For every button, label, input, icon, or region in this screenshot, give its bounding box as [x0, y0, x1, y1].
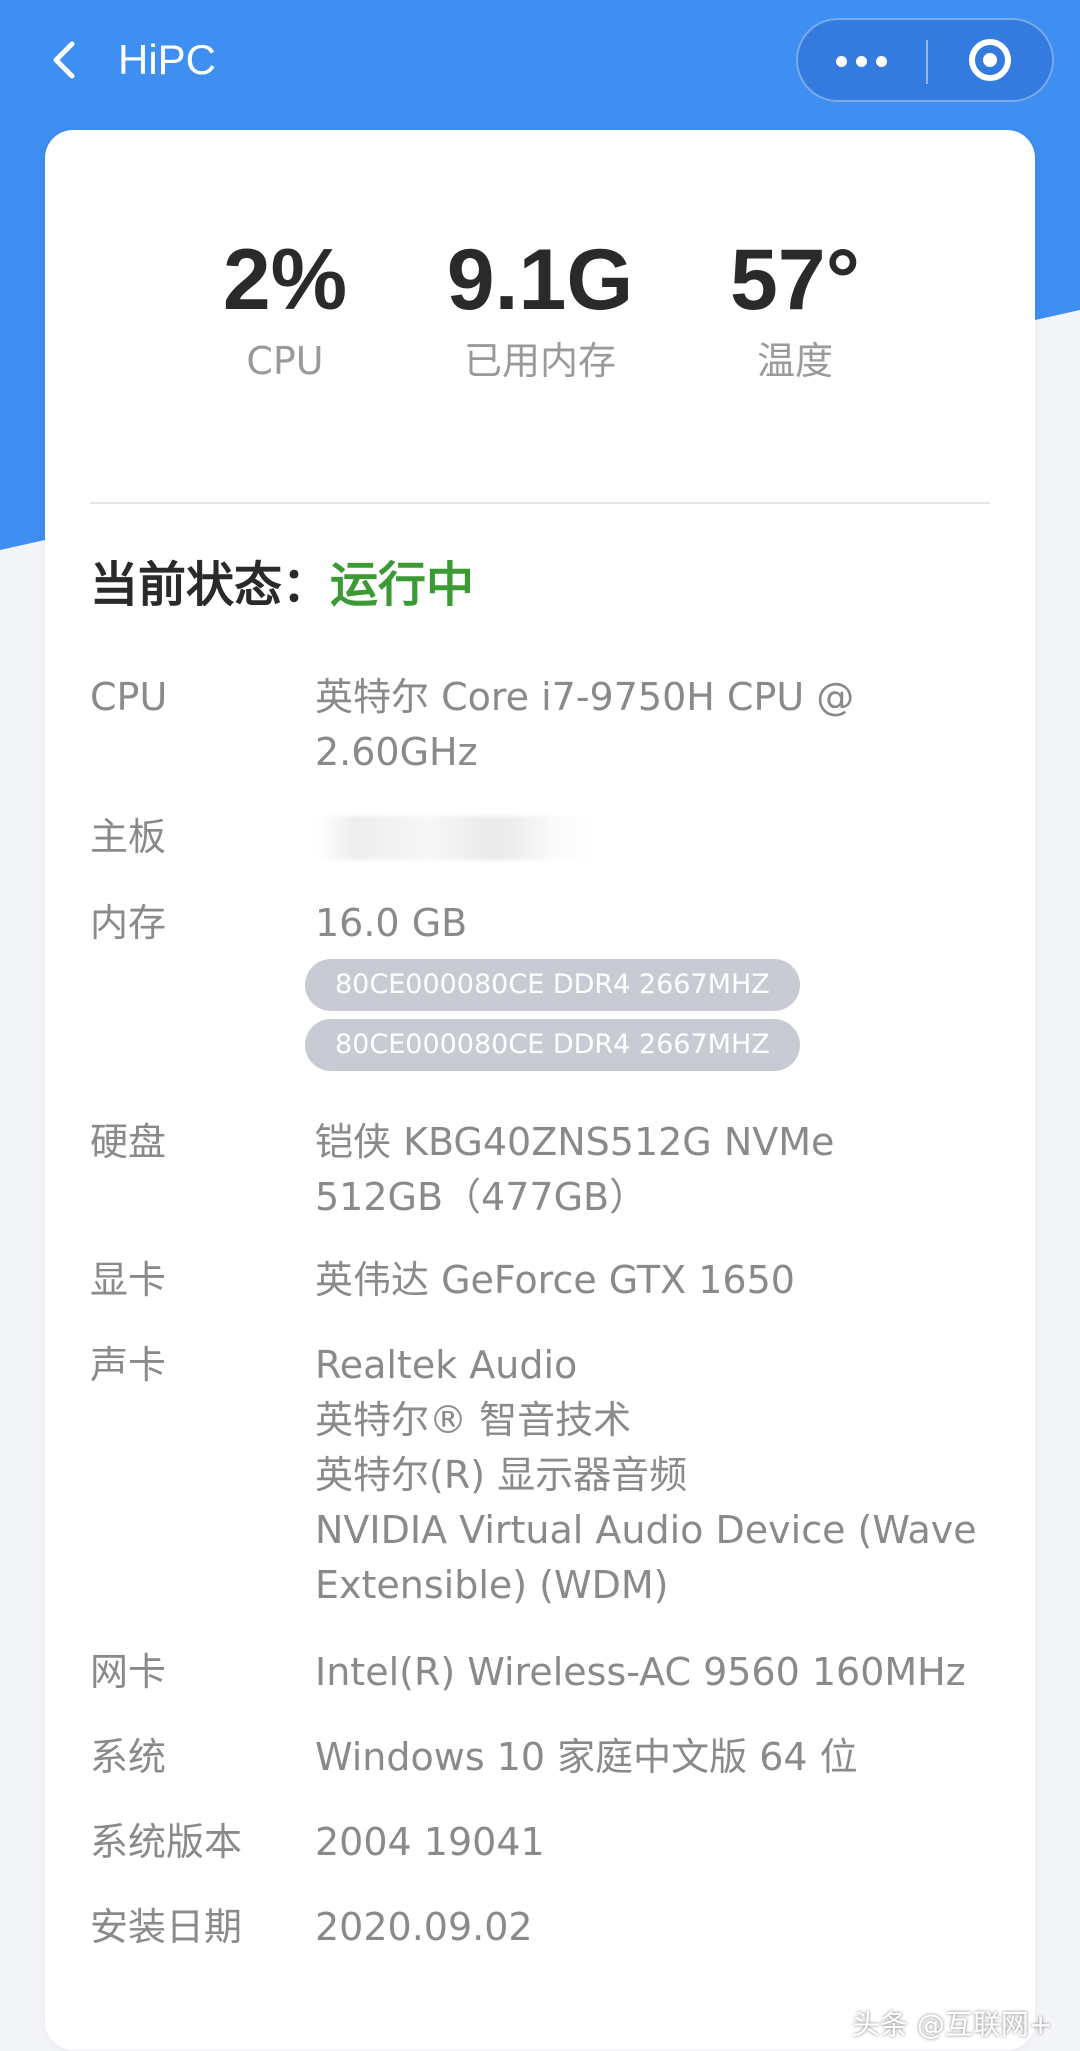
spec-value-install-date: 2020.09.02 — [315, 1905, 533, 1949]
back-button[interactable] — [40, 30, 100, 90]
spec-line: 2.60GHz — [315, 730, 478, 774]
spec-label-os-version: 系统版本 — [90, 1820, 243, 1864]
spec-line: 英特尔 Core i7-9750H CPU @ — [315, 675, 855, 719]
temperature-value: 57° — [729, 232, 861, 328]
spec-line: Realtek Audio — [315, 1343, 578, 1387]
app-header: HiPC — [0, 0, 1080, 125]
spec-line: 512GB（477GB） — [315, 1175, 648, 1219]
spec-value-memory: 16.0 GB 80CE000080CE DDR4 2667MHZ 80CE00… — [305, 896, 1015, 1071]
spec-value-gpu: 英伟达 GeForce GTX 1650 — [315, 1258, 795, 1302]
spec-line: NVIDIA Virtual Audio Device (Wave — [315, 1508, 977, 1552]
stats-divider — [90, 502, 990, 504]
chevron-left-icon — [53, 41, 75, 79]
spec-line: Extensible) (WDM) — [315, 1563, 669, 1607]
spec-label-audio: 声卡 — [90, 1343, 167, 1387]
spec-label-motherboard: 主板 — [90, 815, 167, 859]
spec-label-install-date: 安装日期 — [90, 1905, 243, 1949]
redacted-blur — [315, 816, 595, 860]
spec-value-disk: 铠侠 KBG40ZNS512G NVMe 512GB（477GB） — [315, 1115, 1015, 1225]
current-status: 当前状态：运行中 — [90, 550, 474, 620]
memory-module-chip: 80CE000080CE DDR4 2667MHZ — [305, 959, 800, 1011]
spec-line: 英特尔(R) 显示器音频 — [315, 1453, 688, 1497]
spec-value-os-version: 2004 19041 — [315, 1820, 545, 1864]
spec-value-network: Intel(R) Wireless-AC 9560 160MHz — [315, 1650, 966, 1694]
temperature-label: 温度 — [756, 339, 833, 383]
temperature-stat: 57° 温度 — [645, 230, 945, 386]
spec-value-os: Windows 10 家庭中文版 64 位 — [315, 1735, 858, 1779]
watermark: 头条 @互联网+ — [852, 2008, 1053, 2041]
spec-label-os: 系统 — [90, 1735, 167, 1779]
spec-line: 铠侠 KBG40ZNS512G NVMe — [315, 1120, 835, 1164]
spec-label-cpu: CPU — [90, 675, 168, 719]
spec-value-motherboard — [315, 810, 1015, 875]
spec-value-audio: Realtek Audio 英特尔® 智音技术 英特尔(R) 显示器音频 NVI… — [315, 1338, 1015, 1613]
memory-total: 16.0 GB — [315, 901, 468, 945]
spec-label-network: 网卡 — [90, 1650, 167, 1694]
spec-line: 英特尔® 智音技术 — [315, 1398, 632, 1442]
close-miniprogram-button[interactable] — [928, 20, 1052, 100]
pc-info-card: 2% CPU 9.1G 已用内存 57° 温度 当前状态：运行中 CPU 英特尔… — [45, 130, 1035, 2050]
memory-module-chip: 80CE000080CE DDR4 2667MHZ — [305, 1019, 800, 1071]
miniprogram-capsule — [796, 18, 1054, 102]
spec-label-gpu: 显卡 — [90, 1258, 167, 1302]
spec-label-memory: 内存 — [90, 901, 167, 945]
app-title: HiPC — [118, 36, 217, 83]
status-value: 运行中 — [330, 557, 475, 613]
more-button[interactable] — [798, 20, 926, 100]
status-label: 当前状态： — [90, 557, 331, 613]
spec-label-disk: 硬盘 — [90, 1120, 167, 1164]
spec-value-cpu: 英特尔 Core i7-9750H CPU @ 2.60GHz — [315, 670, 1015, 780]
